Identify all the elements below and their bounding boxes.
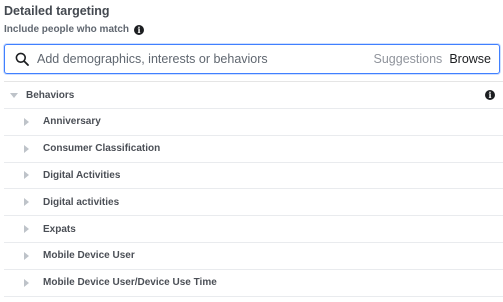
- caret-right-icon[interactable]: [24, 225, 29, 234]
- tree-item[interactable]: Digital activities: [4, 189, 503, 217]
- search-box[interactable]: Suggestions Browse: [4, 44, 500, 74]
- tree-item-label: Digital activities: [43, 196, 120, 208]
- subtitle-text: Include people who match: [4, 24, 130, 35]
- tree-item[interactable]: Mobile Device User/Device Use Time: [4, 270, 503, 297]
- section-title: Detailed targeting: [4, 4, 110, 18]
- tree-item-label: Expats: [43, 223, 76, 235]
- section-subtitle: Include people who match i: [4, 24, 145, 35]
- tree-item-label: Consumer Classification: [43, 143, 161, 155]
- search-input[interactable]: [37, 52, 374, 66]
- caret-right-icon[interactable]: [24, 171, 29, 180]
- tree-item-label: Mobile Device User/Device Use Time: [43, 277, 217, 289]
- tree-item[interactable]: Digital Activities: [4, 163, 503, 190]
- suggestions-link[interactable]: Suggestions: [374, 52, 443, 66]
- info-icon[interactable]: i: [134, 24, 145, 35]
- caret-down-icon[interactable]: [10, 92, 18, 98]
- caret-right-icon[interactable]: [24, 144, 29, 153]
- browse-tree: Behaviors i Anniversary Consumer Classif…: [4, 81, 503, 302]
- tree-item-label: Mobile Device User: [43, 250, 135, 262]
- tree-item[interactable]: Consumer Classification: [4, 136, 503, 163]
- search-icon: [15, 52, 29, 66]
- browse-link[interactable]: Browse: [449, 52, 491, 66]
- caret-right-icon[interactable]: [24, 278, 29, 287]
- tree-item-label: Digital Activities: [43, 169, 121, 181]
- tree-item[interactable]: Expats: [4, 216, 503, 243]
- detailed-targeting-section: Detailed targeting Include people who ma…: [0, 0, 503, 302]
- caret-right-icon[interactable]: [24, 117, 29, 126]
- info-icon[interactable]: i: [485, 90, 495, 100]
- tree-item[interactable]: Mobile Device User: [4, 243, 503, 270]
- tree-item-label: Anniversary: [43, 116, 101, 128]
- caret-right-icon[interactable]: [24, 251, 29, 260]
- category-label: Behaviors: [26, 89, 75, 101]
- caret-right-icon[interactable]: [24, 198, 29, 207]
- tree-item[interactable]: Anniversary: [4, 109, 503, 136]
- tree-category-behaviors[interactable]: Behaviors i: [4, 82, 503, 109]
